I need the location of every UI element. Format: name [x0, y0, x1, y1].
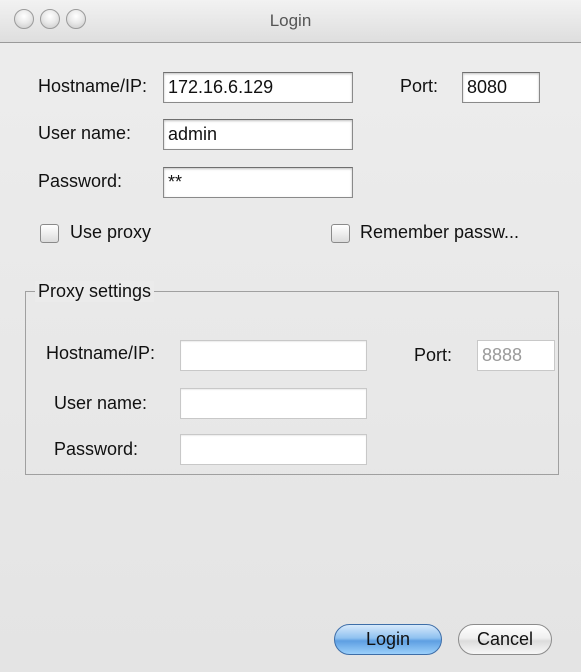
- login-button[interactable]: Login: [334, 624, 442, 655]
- window-title: Login: [269, 11, 312, 30]
- proxy-settings-title: Proxy settings: [35, 281, 155, 302]
- proxy-username-field[interactable]: [180, 388, 367, 419]
- proxy-password-field[interactable]: [180, 434, 367, 465]
- proxy-port-label: Port:: [414, 345, 453, 365]
- login-window: Login Hostname/IP: 172.16.6.129 Port: 80…: [0, 0, 581, 672]
- cancel-button[interactable]: Cancel: [458, 624, 552, 655]
- proxy-hostname-field[interactable]: [180, 340, 367, 371]
- port-label: Port:: [400, 76, 439, 96]
- port-field[interactable]: 8080: [462, 72, 540, 103]
- username-label: User name:: [38, 123, 132, 143]
- username-field[interactable]: admin: [163, 119, 353, 150]
- proxy-password-label: Password:: [54, 439, 139, 459]
- title-bar: Login: [0, 0, 581, 43]
- remember-password-label: Remember passw...: [360, 222, 520, 242]
- proxy-port-field[interactable]: 8888: [477, 340, 555, 371]
- use-proxy-label: Use proxy: [70, 222, 152, 242]
- password-field[interactable]: **: [163, 167, 353, 198]
- proxy-username-label: User name:: [54, 393, 148, 413]
- password-label: Password:: [38, 171, 123, 191]
- use-proxy-checkbox[interactable]: [40, 224, 59, 243]
- remember-password-checkbox[interactable]: [331, 224, 350, 243]
- hostname-field[interactable]: 172.16.6.129: [163, 72, 353, 103]
- proxy-hostname-label: Hostname/IP:: [46, 343, 156, 363]
- hostname-label: Hostname/IP:: [38, 76, 148, 96]
